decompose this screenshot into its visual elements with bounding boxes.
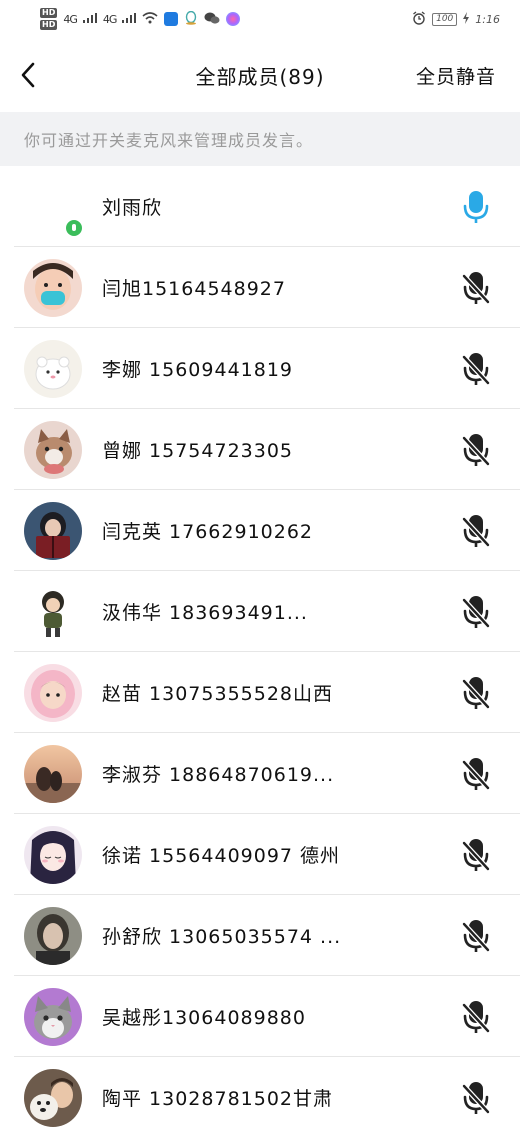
status-bar: HD HD 4G 4G 100 1:16 bbox=[0, 0, 520, 38]
mic-muted-icon[interactable] bbox=[456, 673, 496, 713]
mic-muted-icon[interactable] bbox=[456, 997, 496, 1037]
mic-on-icon[interactable] bbox=[456, 187, 496, 227]
member-row[interactable]: 李淑芬 18864870619... bbox=[0, 733, 520, 814]
wifi-icon bbox=[142, 11, 158, 27]
charging-icon bbox=[463, 11, 470, 27]
mic-muted-icon[interactable] bbox=[456, 592, 496, 632]
member-row[interactable]: 汲伟华 183693491... bbox=[0, 571, 520, 652]
network-label-2: 4G bbox=[102, 12, 117, 26]
signal-icon-2 bbox=[122, 12, 137, 26]
battery-level: 100 bbox=[432, 12, 458, 26]
mic-muted-icon[interactable] bbox=[456, 268, 496, 308]
wechat-icon bbox=[204, 11, 220, 28]
member-list: 刘雨欣闫旭15164548927 李娜 15609441819 曾娜 1575472… bbox=[0, 166, 520, 1127]
back-arrow-icon[interactable] bbox=[20, 61, 40, 89]
member-name: 闫旭15164548927 bbox=[102, 278, 286, 300]
member-row[interactable]: 刘雨欣 bbox=[0, 166, 520, 247]
qq-icon bbox=[184, 10, 198, 28]
avatar bbox=[24, 582, 82, 641]
member-row[interactable]: 闫旭15164548927 bbox=[0, 247, 520, 328]
hd-badge-1: HD bbox=[40, 8, 58, 18]
mic-muted-icon[interactable] bbox=[456, 1078, 496, 1118]
mic-muted-icon[interactable] bbox=[456, 511, 496, 551]
member-row[interactable]: 吴越彤13064089880 bbox=[0, 976, 520, 1057]
member-row[interactable]: 徐诺 15564409097 德州 bbox=[0, 814, 520, 895]
avatar bbox=[24, 501, 82, 560]
avatar bbox=[24, 744, 82, 803]
avatar bbox=[24, 825, 82, 884]
member-name: 陶平 13028781502甘肃 bbox=[102, 1088, 334, 1110]
member-name: 刘雨欣 bbox=[102, 197, 163, 219]
alarm-icon bbox=[412, 10, 426, 28]
avatar bbox=[24, 258, 82, 317]
nav-bar: 全部成员(89) 全员静音 bbox=[0, 38, 520, 112]
mic-muted-icon[interactable] bbox=[456, 754, 496, 794]
hint-banner: 你可通过开关麦克风来管理成员发言。 bbox=[0, 112, 520, 166]
avatar bbox=[24, 906, 82, 965]
mic-muted-icon[interactable] bbox=[456, 916, 496, 956]
avatar bbox=[24, 178, 82, 236]
member-name: 汲伟华 183693491... bbox=[102, 602, 308, 624]
member-row[interactable]: 闫克英 17662910262 bbox=[0, 490, 520, 571]
member-name: 吴越彤13064089880 bbox=[102, 1007, 306, 1029]
avatar bbox=[24, 987, 82, 1046]
avatar bbox=[24, 1068, 82, 1127]
hd-indicators: HD HD bbox=[40, 8, 58, 30]
member-row[interactable]: 陶平 13028781502甘肃 bbox=[0, 1057, 520, 1127]
mic-muted-icon[interactable] bbox=[456, 430, 496, 470]
member-name: 李淑芬 18864870619... bbox=[102, 764, 335, 786]
status-left: HD HD 4G 4G bbox=[40, 8, 241, 30]
member-name: 闫克英 17662910262 bbox=[102, 521, 314, 543]
avatar bbox=[24, 420, 82, 479]
signal-icon-1 bbox=[82, 12, 97, 26]
member-row[interactable]: 孙舒欣 13065035574 ... bbox=[0, 895, 520, 976]
member-row[interactable]: 李娜 15609441819 bbox=[0, 328, 520, 409]
blue-app-icon bbox=[164, 12, 179, 26]
member-name: 徐诺 15564409097 德州 bbox=[102, 845, 341, 867]
speaking-indicator-icon bbox=[66, 219, 82, 236]
clock-time: 1:16 bbox=[475, 12, 500, 26]
colorful-app-icon bbox=[226, 12, 241, 26]
mute-all-button[interactable]: 全员静音 bbox=[416, 62, 496, 89]
mic-muted-icon[interactable] bbox=[456, 835, 496, 875]
network-label-1: 4G bbox=[63, 12, 77, 26]
member-row[interactable]: 曾娜 15754723305 bbox=[0, 409, 520, 490]
status-right: 100 1:16 bbox=[412, 10, 500, 28]
mic-muted-icon[interactable] bbox=[456, 349, 496, 389]
member-name: 孙舒欣 13065035574 ... bbox=[102, 926, 342, 948]
member-name: 李娜 15609441819 bbox=[102, 359, 294, 381]
avatar bbox=[24, 663, 82, 722]
member-name: 曾娜 15754723305 bbox=[102, 440, 294, 462]
member-name: 赵苗 13075355528山西 bbox=[102, 683, 334, 705]
member-row[interactable]: 赵苗 13075355528山西 bbox=[0, 652, 520, 733]
avatar bbox=[24, 339, 82, 398]
hd-badge-2: HD bbox=[40, 20, 58, 30]
